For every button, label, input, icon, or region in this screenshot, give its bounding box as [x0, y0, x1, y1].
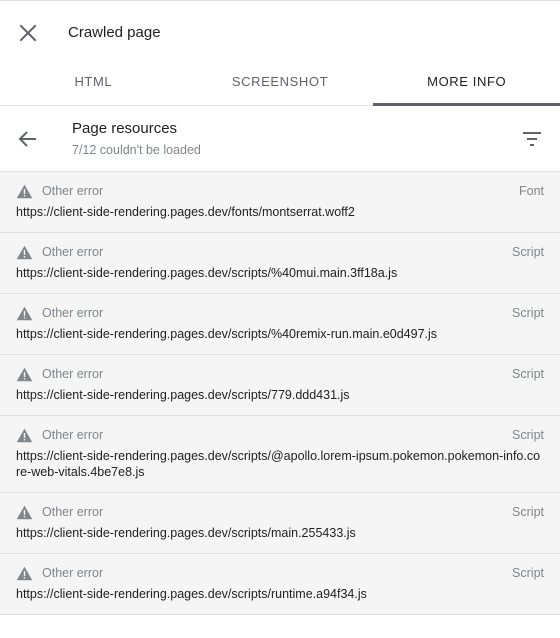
arrow-back-icon[interactable] [16, 127, 40, 151]
list-item[interactable]: Other error Script https://client-side-r… [0, 554, 560, 615]
resource-url: https://client-side-rendering.pages.dev/… [16, 266, 398, 280]
resource-type: Script [512, 306, 544, 320]
page-resources-subtitle: 7/12 couldn't be loaded [72, 143, 201, 157]
warning-icon [16, 505, 33, 519]
error-label: Other error [42, 367, 104, 381]
list-item[interactable]: Other error Script https://client-side-r… [0, 493, 560, 554]
error-label: Other error [42, 428, 104, 442]
resource-url: https://client-side-rendering.pages.dev/… [16, 449, 541, 479]
resource-type: Script [512, 505, 544, 519]
tab-screenshot[interactable]: SCREENSHOT [187, 64, 374, 105]
page-resources-title: Page resources [72, 120, 178, 137]
resource-type: Script [512, 245, 544, 259]
warning-icon [16, 428, 33, 442]
resource-url: https://client-side-rendering.pages.dev/… [16, 526, 356, 540]
resource-url: https://client-side-rendering.pages.dev/… [16, 205, 355, 219]
error-label: Other error [42, 566, 104, 580]
tab-more-info[interactable]: MORE INFO [373, 64, 560, 106]
resource-url: https://client-side-rendering.pages.dev/… [16, 587, 367, 601]
resource-type: Script [512, 428, 544, 442]
top-bar: Crawled page [0, 1, 560, 64]
tab-html[interactable]: HTML [0, 64, 187, 105]
error-label: Other error [42, 184, 104, 198]
warning-icon [16, 245, 33, 259]
list-item[interactable]: Other error Script https://client-side-r… [0, 355, 560, 416]
list-item[interactable]: Other error Script https://client-side-r… [0, 416, 560, 493]
warning-icon [16, 184, 33, 198]
resource-url: https://client-side-rendering.pages.dev/… [16, 388, 350, 402]
error-label: Other error [42, 245, 104, 259]
resource-type: Font [518, 184, 544, 198]
page-title: Crawled page [68, 24, 161, 41]
warning-icon [16, 306, 33, 320]
filter-icon[interactable] [520, 127, 544, 151]
page-resources-header: Page resources 7/12 couldn't be loaded [0, 106, 560, 172]
list-item[interactable]: Other error Script https://client-side-r… [0, 294, 560, 355]
list-item[interactable]: Other error Script https://client-side-r… [0, 233, 560, 294]
resource-type: Script [512, 367, 544, 381]
list-item[interactable]: Other error Font https://client-side-ren… [0, 172, 560, 233]
resource-url: https://client-side-rendering.pages.dev/… [16, 327, 438, 341]
resource-list: Other error Font https://client-side-ren… [0, 172, 560, 615]
resource-type: Script [512, 566, 544, 580]
error-label: Other error [42, 306, 104, 320]
error-label: Other error [42, 505, 104, 519]
warning-icon [16, 367, 33, 381]
warning-icon [16, 566, 33, 580]
tab-bar: HTML SCREENSHOT MORE INFO [0, 64, 560, 106]
close-icon[interactable] [16, 21, 40, 45]
